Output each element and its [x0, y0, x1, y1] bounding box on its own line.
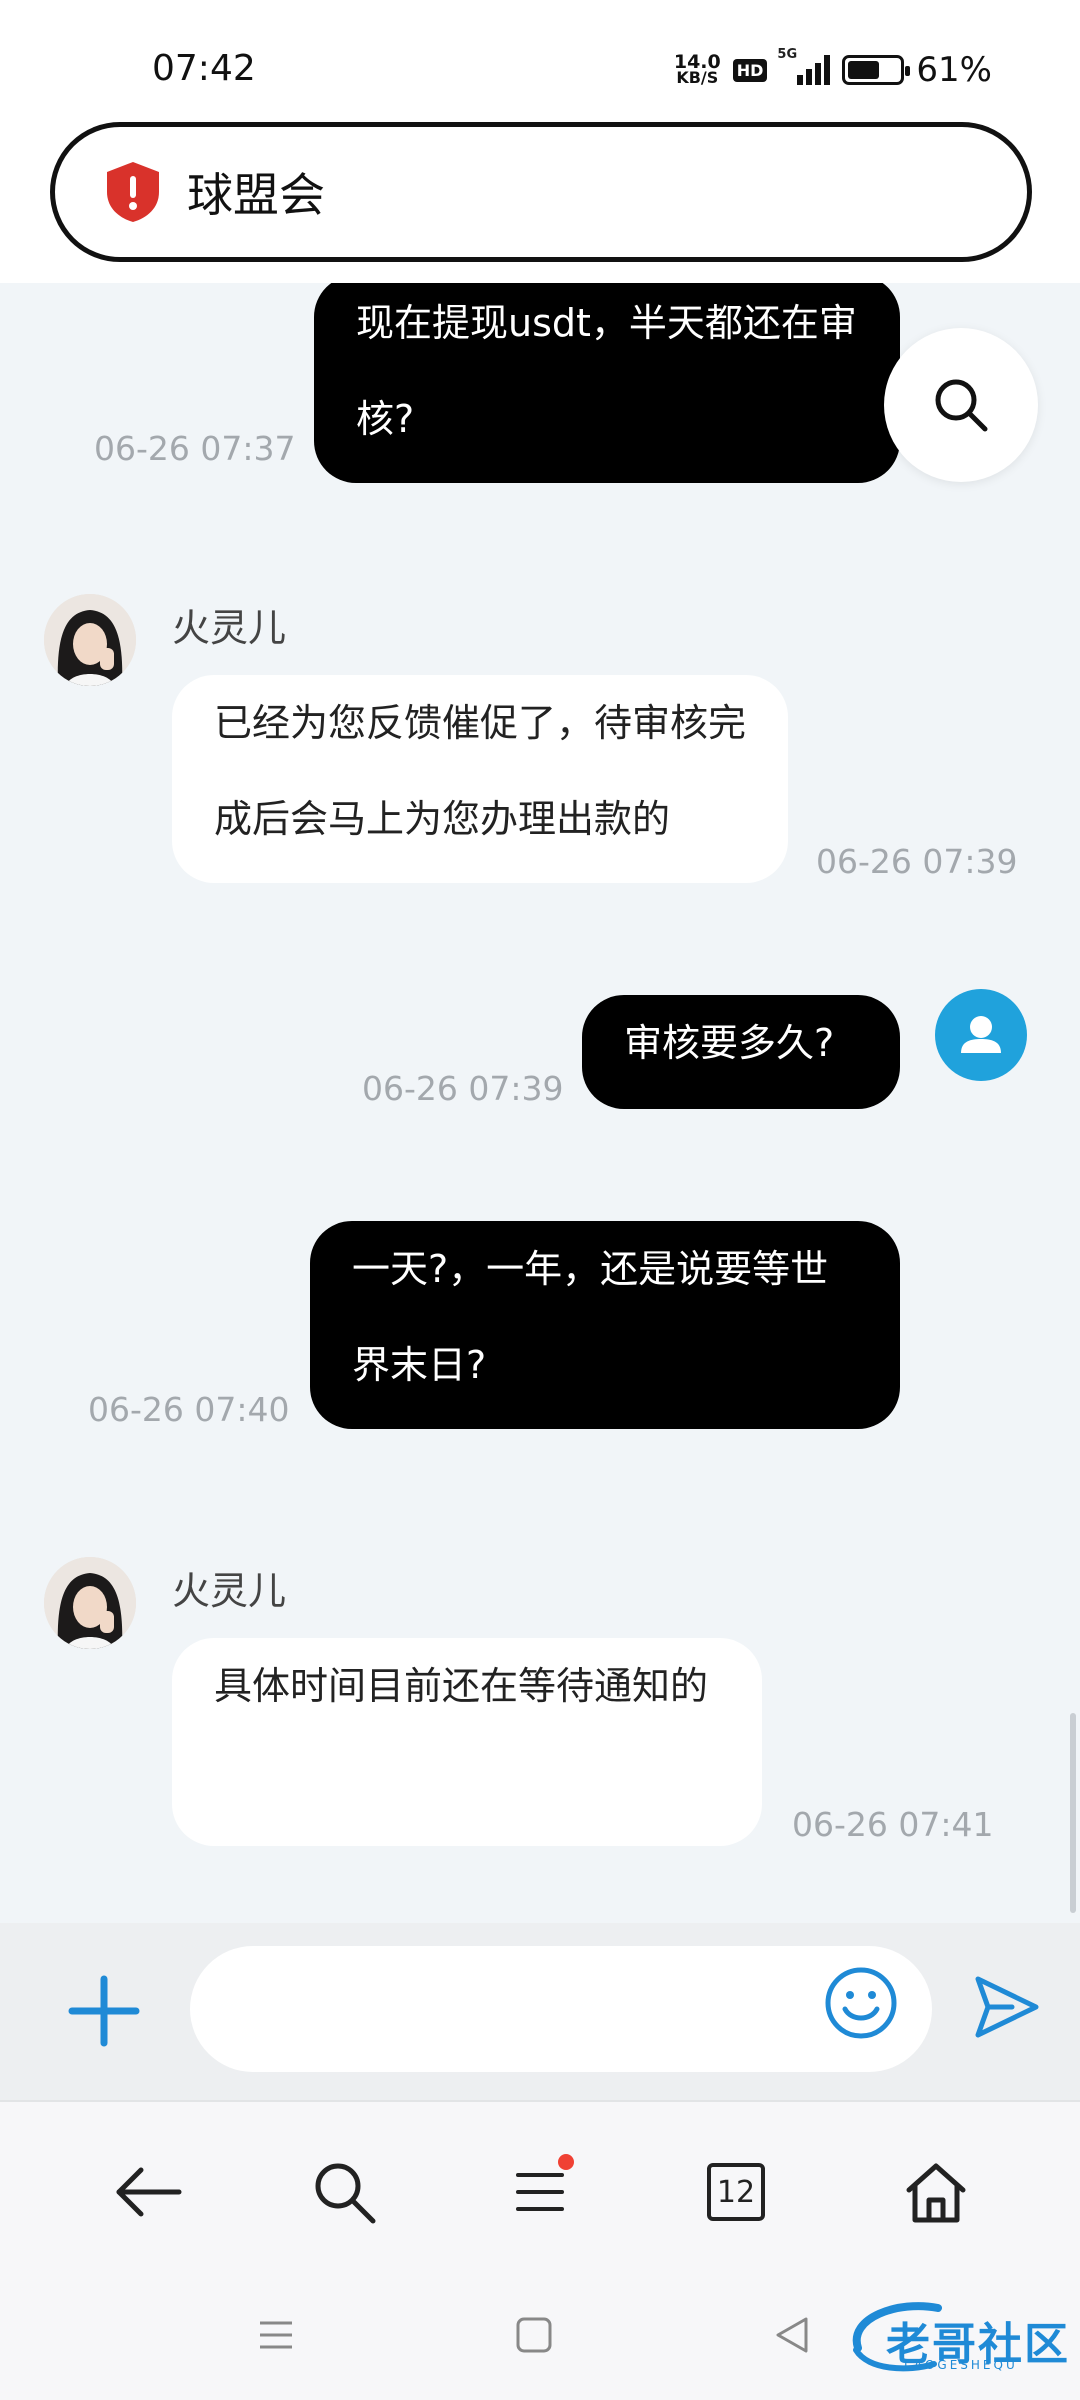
person-icon [961, 1016, 1001, 1053]
back-button[interactable] [108, 2152, 188, 2232]
watermark-logo: 老哥社区 LAOGESHEQU [838, 2298, 1074, 2378]
status-bar: 07:42 14.0 KB/S HD 5G 61% [0, 0, 1080, 120]
recent-apps-button[interactable] [246, 2305, 306, 2365]
message-text: 已经为您反馈催促了，待审核完成后会马上为您办理出款的 [214, 701, 747, 841]
composer-bar [0, 1923, 1080, 2100]
address-bar[interactable]: 球盟会 [50, 122, 1032, 262]
message-timestamp: 06-26 07:39 [362, 1069, 564, 1108]
message-timestamp: 06-26 07:39 [816, 842, 1018, 881]
message-timestamp: 06-26 07:41 [792, 1805, 994, 1844]
user-avatar[interactable] [935, 989, 1027, 1081]
message-text: 具体时间目前还在等待通知的 [214, 1664, 709, 1708]
search-nav-button[interactable] [304, 2152, 384, 2232]
shield-alert-icon[interactable] [103, 160, 163, 224]
notification-dot [558, 2154, 574, 2170]
search-button[interactable] [884, 328, 1038, 482]
triangle-back-icon [776, 2317, 808, 2353]
watermark-subtext: LAOGESHEQU [904, 2358, 1018, 2372]
message-bubble-outgoing[interactable]: 现在提现usdt，半天都还在审核? [314, 283, 900, 483]
site-name: 球盟会 [187, 168, 325, 222]
message-input[interactable] [190, 1946, 932, 2072]
message-bubble-outgoing[interactable]: 一天?，一年，还是说要等世界末日? [310, 1221, 900, 1429]
sender-name: 火灵儿 [172, 1569, 287, 1613]
message-bubble-incoming[interactable]: 具体时间目前还在等待通知的 [172, 1638, 762, 1846]
signal-icon: 5G [777, 47, 831, 85]
battery-percent: 61% [916, 50, 992, 90]
avatar-photo-icon [44, 1557, 136, 1649]
message-timestamp: 06-26 07:40 [88, 1390, 290, 1429]
search-icon [315, 2163, 376, 2224]
emoji-icon[interactable] [823, 1965, 899, 2041]
menu-button[interactable] [500, 2152, 580, 2232]
send-icon[interactable] [970, 1971, 1042, 2043]
message-text: 审核要多久? [624, 1021, 835, 1065]
browser-toolbar: 12 [0, 2100, 1080, 2265]
back-arrow-icon [116, 2167, 182, 2217]
attach-plus-icon[interactable] [64, 1971, 144, 2051]
battery-level [848, 61, 879, 79]
network-speed: 14.0 KB/S [674, 53, 721, 87]
status-time: 07:42 [152, 48, 256, 89]
home-icon [906, 2163, 966, 2223]
battery-icon [842, 55, 911, 85]
message-timestamp: 06-26 07:37 [94, 429, 296, 468]
chat-scrollbar[interactable] [1070, 1713, 1076, 1913]
agent-avatar[interactable] [44, 594, 136, 686]
back-system-button[interactable] [762, 2305, 822, 2365]
tab-count: 12 [707, 2163, 765, 2221]
search-icon [935, 379, 988, 432]
message-text: 现在提现usdt，半天都还在审核? [356, 301, 857, 441]
message-text: 一天?，一年，还是说要等世界末日? [352, 1247, 829, 1387]
message-bubble-incoming[interactable]: 已经为您反馈催促了，待审核完成后会马上为您办理出款的 [172, 675, 788, 883]
menu-icon [516, 2173, 564, 2211]
sender-name: 火灵儿 [172, 606, 287, 650]
message-bubble-outgoing[interactable]: 审核要多久? [582, 995, 900, 1109]
network-type-label: 5G [777, 47, 798, 62]
chat-area[interactable]: 现在提现usdt，半天都还在审核? 06-26 07:37 火灵儿 已经为您反馈… [0, 283, 1080, 1923]
tabs-button[interactable]: 12 [696, 2152, 776, 2232]
avatar-photo-icon [44, 594, 136, 686]
home-system-button[interactable] [504, 2305, 564, 2365]
home-button[interactable] [896, 2152, 976, 2232]
network-speed-unit: KB/S [676, 68, 719, 87]
square-icon [516, 2317, 552, 2353]
status-icons: 14.0 KB/S HD 5G 61% [674, 47, 992, 90]
agent-avatar[interactable] [44, 1557, 136, 1649]
hd-icon: HD [732, 58, 768, 82]
recents-icon [260, 2321, 292, 2349]
